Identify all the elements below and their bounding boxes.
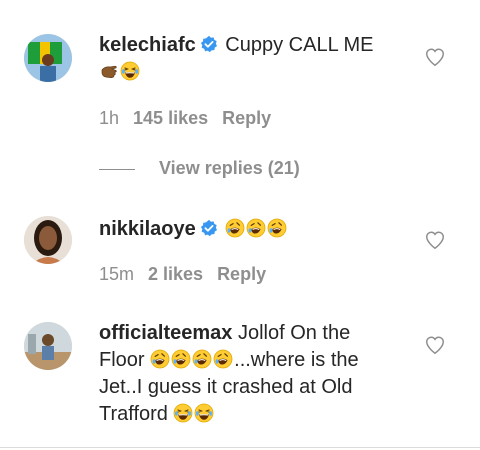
comment-kelechiafc: kelechiafc Cuppy CALL ME 1h 145 likes Repl… bbox=[0, 0, 480, 200]
laughing-icon bbox=[120, 61, 140, 81]
avatar-officialteemax[interactable] bbox=[24, 322, 72, 370]
avatar-image bbox=[24, 34, 72, 82]
username[interactable]: officialteemax bbox=[99, 322, 232, 344]
like-heart-icon[interactable] bbox=[424, 46, 446, 68]
avatar-image bbox=[24, 322, 72, 370]
hand-icon bbox=[99, 61, 119, 81]
rofl-icon bbox=[192, 349, 212, 369]
comment-body: officialteemax Jollof On the Floor ...wh… bbox=[99, 320, 399, 428]
username[interactable]: nikkilaoye bbox=[99, 218, 196, 240]
likes-count[interactable]: 2 likes bbox=[148, 264, 203, 284]
username[interactable]: kelechiafc bbox=[99, 34, 196, 56]
laughing-icon bbox=[173, 403, 193, 423]
rofl-icon bbox=[225, 218, 245, 238]
avatar-image bbox=[24, 216, 72, 264]
comment-meta: 1h 145 likes Reply bbox=[99, 108, 285, 129]
verified-badge-icon bbox=[200, 219, 218, 237]
verified-badge-icon bbox=[200, 35, 218, 53]
rofl-icon bbox=[267, 218, 287, 238]
rofl-icon bbox=[150, 349, 170, 369]
view-replies-label: View replies (21) bbox=[159, 158, 300, 178]
comment-body: nikkilaoye bbox=[99, 216, 399, 243]
comment-time: 15m bbox=[99, 264, 135, 284]
avatar-nikkilaoye[interactable] bbox=[24, 216, 72, 264]
laughing-icon bbox=[194, 403, 214, 423]
replies-line bbox=[99, 168, 135, 170]
reply-button[interactable]: Reply bbox=[217, 264, 266, 284]
like-heart-icon[interactable] bbox=[424, 229, 446, 251]
avatar-kelechiafc[interactable] bbox=[24, 34, 72, 82]
like-heart-icon[interactable] bbox=[424, 334, 446, 356]
comment-officialteemax: officialteemax Jollof On the Floor ...wh… bbox=[0, 300, 480, 447]
view-replies-button[interactable]: View replies (21) bbox=[99, 158, 300, 179]
comment-text: Cuppy CALL ME bbox=[225, 34, 374, 56]
comment-meta: 15m 2 likes Reply bbox=[99, 264, 280, 285]
rofl-icon bbox=[171, 349, 191, 369]
bottom-divider bbox=[0, 447, 480, 448]
rofl-icon bbox=[213, 349, 233, 369]
rofl-icon bbox=[246, 218, 266, 238]
comment-body: kelechiafc Cuppy CALL ME bbox=[99, 32, 399, 86]
likes-count[interactable]: 145 likes bbox=[133, 108, 208, 128]
comment-nikkilaoye: nikkilaoye 15m 2 likes Reply bbox=[0, 200, 480, 300]
reply-button[interactable]: Reply bbox=[222, 108, 271, 128]
comment-time: 1h bbox=[99, 108, 120, 128]
